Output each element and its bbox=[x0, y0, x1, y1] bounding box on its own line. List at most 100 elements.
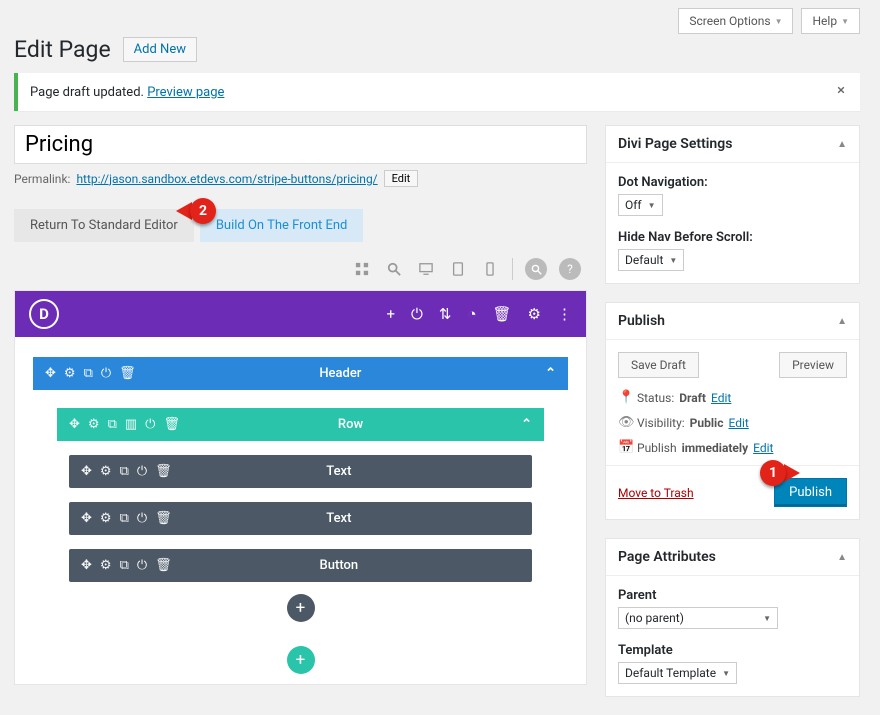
module-label: Button bbox=[172, 558, 506, 573]
trash-icon[interactable]: 🗑 bbox=[155, 511, 172, 526]
schedule-value: immediately bbox=[682, 441, 749, 455]
callout-2: 2 bbox=[176, 198, 216, 224]
duplicate-icon[interactable]: ⧉ bbox=[108, 417, 117, 432]
help-button[interactable]: Help bbox=[801, 8, 860, 34]
power-icon[interactable]: ⏻ bbox=[137, 511, 147, 526]
edit-schedule-link[interactable]: Edit bbox=[753, 441, 773, 455]
gear-icon[interactable]: ⚙ bbox=[528, 305, 541, 323]
duplicate-icon[interactable]: ⧉ bbox=[120, 511, 129, 526]
preview-page-link[interactable]: Preview page bbox=[147, 85, 224, 100]
gear-icon[interactable]: ⚙ bbox=[88, 417, 100, 432]
module-bar[interactable]: ✥ ⚙ ⧉ ⏻ 🗑 Button bbox=[69, 549, 532, 582]
module-bar[interactable]: ✥ ⚙ ⧉ ⏻ 🗑 Text bbox=[69, 455, 532, 488]
move-icon[interactable]: ✥ bbox=[45, 366, 56, 381]
move-icon[interactable]: ✥ bbox=[69, 417, 80, 432]
section-header-bar[interactable]: ✥ ⚙ ⧉ ⏻ 🗑 Header ⌃ bbox=[33, 357, 568, 390]
move-icon[interactable]: ✥ bbox=[81, 464, 92, 479]
screen-options-button[interactable]: Screen Options bbox=[678, 8, 793, 34]
divider bbox=[512, 258, 513, 280]
divi-settings-title[interactable]: Divi Page Settings bbox=[618, 136, 732, 152]
page-title-input[interactable] bbox=[14, 125, 587, 164]
add-icon[interactable]: + bbox=[386, 305, 395, 323]
duplicate-icon[interactable]: ⧉ bbox=[120, 558, 129, 573]
power-icon[interactable]: ⏻ bbox=[137, 464, 147, 479]
visibility-label: Visibility: bbox=[637, 416, 685, 430]
callout-1: 1 bbox=[760, 460, 800, 486]
divi-logo-icon: D bbox=[29, 299, 59, 329]
parent-select[interactable]: (no parent) bbox=[618, 607, 778, 629]
duplicate-icon[interactable]: ⧉ bbox=[120, 464, 129, 479]
edit-permalink-button[interactable]: Edit bbox=[384, 170, 419, 187]
add-new-button[interactable]: Add New bbox=[123, 37, 197, 62]
history-icon[interactable]: ◔ bbox=[467, 305, 476, 323]
desktop-icon[interactable] bbox=[416, 259, 436, 279]
dot-nav-select[interactable]: Off bbox=[618, 194, 663, 216]
eye-icon: 👁 bbox=[618, 415, 632, 430]
pin-icon: 📍 bbox=[618, 390, 632, 405]
hide-nav-label: Hide Nav Before Scroll: bbox=[618, 230, 847, 245]
edit-visibility-link[interactable]: Edit bbox=[728, 416, 748, 430]
publish-title[interactable]: Publish bbox=[618, 313, 665, 329]
dismiss-notice-button[interactable] bbox=[834, 83, 848, 101]
help-round-icon[interactable]: ? bbox=[559, 258, 581, 280]
calendar-icon: 📅 bbox=[618, 440, 632, 455]
layout-grid-icon[interactable] bbox=[352, 259, 372, 279]
permalink-link[interactable]: http://jason.sandbox.etdevs.com/stripe-b… bbox=[76, 172, 377, 186]
return-standard-editor-button[interactable]: Return To Standard Editor bbox=[14, 209, 194, 242]
divi-toolbar: D + ⏻ ⇅ ◔ 🗑 ⚙ ⋮ bbox=[15, 291, 586, 337]
hide-nav-select[interactable]: Default bbox=[618, 249, 684, 271]
module-bar[interactable]: ✥ ⚙ ⧉ ⏻ 🗑 Text bbox=[69, 502, 532, 535]
trash-icon[interactable]: 🗑 bbox=[493, 305, 512, 323]
tablet-icon[interactable] bbox=[448, 259, 468, 279]
save-draft-button[interactable]: Save Draft bbox=[618, 352, 699, 378]
duplicate-icon[interactable]: ⧉ bbox=[84, 366, 93, 381]
notice-bar: Page draft updated. Preview page bbox=[14, 73, 860, 111]
gear-icon[interactable]: ⚙ bbox=[100, 558, 112, 573]
power-icon[interactable]: ⏻ bbox=[411, 305, 423, 323]
gear-icon[interactable]: ⚙ bbox=[100, 511, 112, 526]
more-icon[interactable]: ⋮ bbox=[557, 305, 572, 323]
schedule-label: Publish bbox=[637, 441, 677, 455]
columns-icon[interactable]: ▥ bbox=[125, 417, 137, 432]
row-label: Row bbox=[180, 417, 521, 432]
trash-icon[interactable]: 🗑 bbox=[163, 417, 180, 432]
trash-icon[interactable]: 🗑 bbox=[155, 558, 172, 573]
search-round-icon[interactable] bbox=[525, 258, 547, 280]
trash-icon[interactable]: 🗑 bbox=[155, 464, 172, 479]
power-icon[interactable]: ⏻ bbox=[101, 366, 111, 381]
toggle-triangle-icon[interactable]: ▲ bbox=[837, 316, 847, 327]
close-icon bbox=[834, 83, 848, 97]
sliders-icon[interactable]: ⇅ bbox=[439, 305, 452, 323]
build-front-end-button[interactable]: Build On The Front End bbox=[200, 209, 364, 242]
parent-label: Parent bbox=[618, 588, 847, 603]
add-module-button[interactable]: + bbox=[287, 594, 315, 622]
toggle-triangle-icon[interactable]: ▲ bbox=[837, 139, 847, 150]
page-attributes-title[interactable]: Page Attributes bbox=[618, 549, 716, 565]
status-value: Draft bbox=[679, 391, 706, 405]
module-label: Text bbox=[172, 511, 506, 526]
module-label: Text bbox=[172, 464, 506, 479]
status-label: Status: bbox=[637, 391, 674, 405]
add-row-button[interactable]: + bbox=[287, 646, 315, 674]
chevron-up-icon[interactable]: ⌃ bbox=[545, 366, 556, 381]
power-icon[interactable]: ⏻ bbox=[137, 558, 147, 573]
phone-icon[interactable] bbox=[480, 259, 500, 279]
gear-icon[interactable]: ⚙ bbox=[64, 366, 76, 381]
move-to-trash-link[interactable]: Move to Trash bbox=[618, 486, 694, 500]
row-bar[interactable]: ✥ ⚙ ⧉ ▥ ⏻ 🗑 Row ⌃ bbox=[57, 408, 544, 441]
gear-icon[interactable]: ⚙ bbox=[100, 464, 112, 479]
toggle-triangle-icon[interactable]: ▲ bbox=[837, 552, 847, 563]
page-title: Edit Page bbox=[14, 36, 111, 63]
move-icon[interactable]: ✥ bbox=[81, 558, 92, 573]
chevron-up-icon[interactable]: ⌃ bbox=[521, 417, 532, 432]
permalink-label: Permalink: bbox=[14, 172, 70, 186]
edit-status-link[interactable]: Edit bbox=[711, 391, 731, 405]
section-label: Header bbox=[136, 366, 545, 381]
move-icon[interactable]: ✥ bbox=[81, 511, 92, 526]
template-select[interactable]: Default Template bbox=[618, 662, 737, 684]
trash-icon[interactable]: 🗑 bbox=[119, 366, 136, 381]
magnify-icon[interactable] bbox=[384, 259, 404, 279]
notice-text: Page draft updated. bbox=[30, 85, 144, 100]
power-icon[interactable]: ⏻ bbox=[145, 417, 155, 432]
preview-button[interactable]: Preview bbox=[779, 352, 847, 378]
